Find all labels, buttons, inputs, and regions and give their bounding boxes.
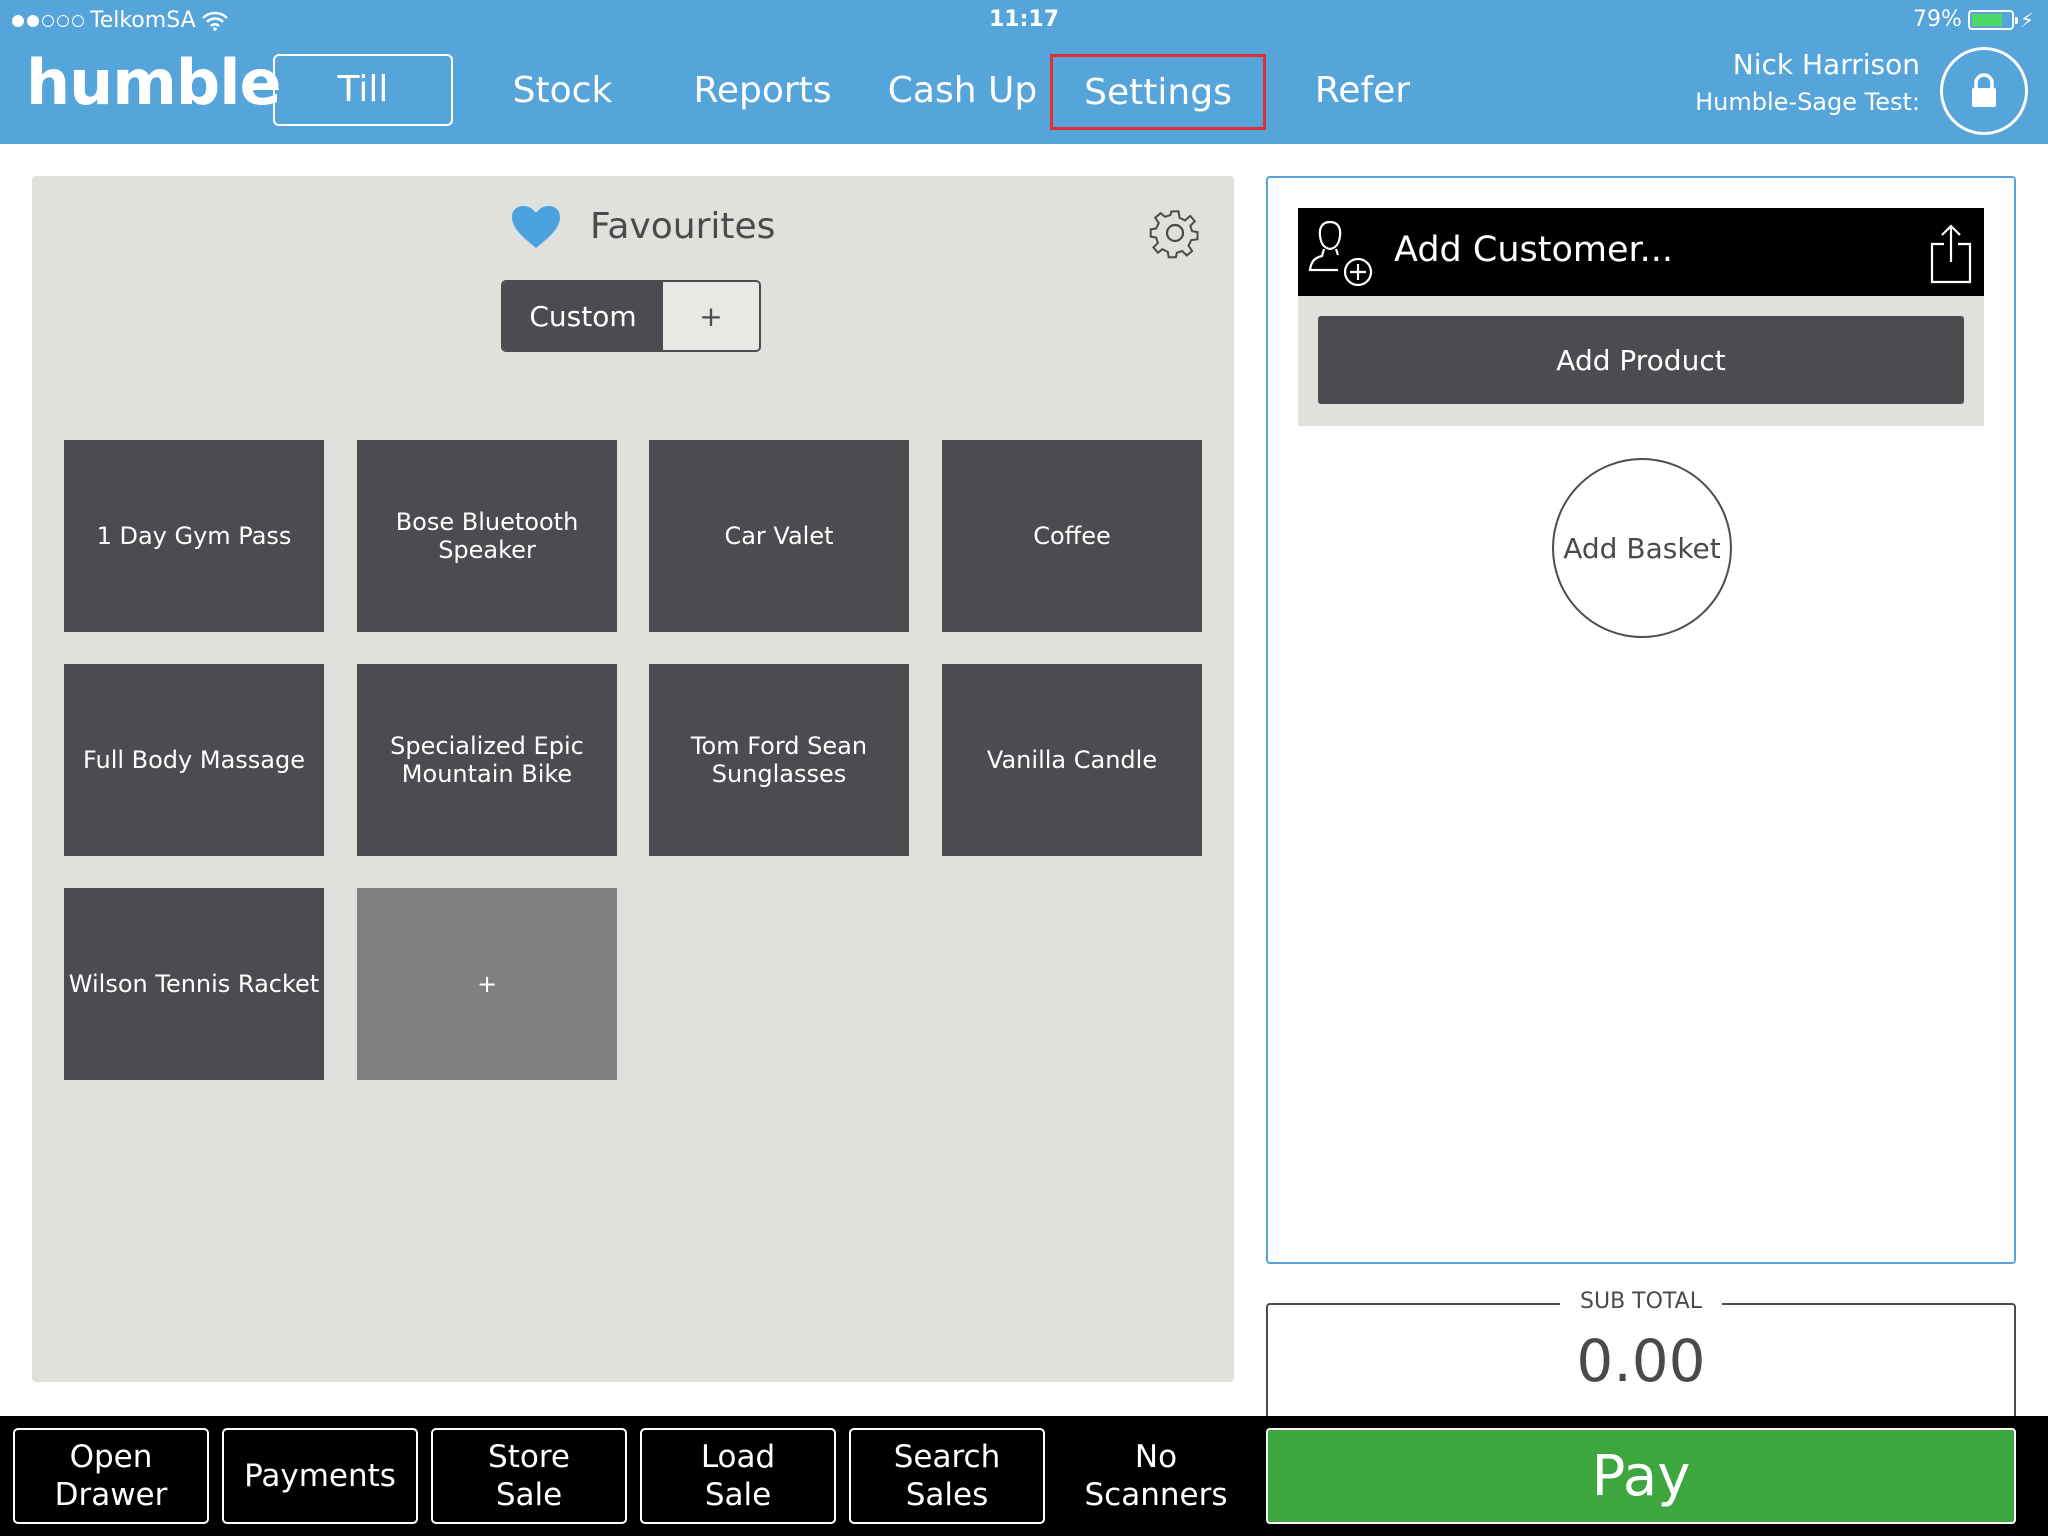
status-right: 79% ⚡	[1913, 7, 2034, 32]
pay-button[interactable]: Pay	[1266, 1428, 2016, 1524]
favourites-title: Favourites	[590, 206, 776, 247]
nav-tab-stock[interactable]: Stock	[480, 56, 645, 126]
subtotal-box: SUB TOTAL 0.00	[1266, 1289, 2016, 1423]
heart-icon	[512, 206, 560, 248]
product-tile[interactable]: Coffee	[942, 440, 1202, 632]
battery-icon	[1967, 9, 2018, 30]
user-organisation: Humble-Sage Test:	[1695, 88, 1920, 116]
store-sale-button[interactable]: Store Sale	[431, 1428, 627, 1524]
nav-tab-settings[interactable]: Settings	[1050, 54, 1266, 130]
add-basket-button[interactable]: Add Basket	[1552, 458, 1732, 638]
favourites-tab-group: Custom +	[501, 280, 761, 352]
lock-button[interactable]	[1940, 47, 2028, 135]
product-tile[interactable]: Bose Bluetooth Speaker	[357, 440, 617, 632]
product-tile[interactable]: Full Body Massage	[64, 664, 324, 856]
share-icon[interactable]	[1928, 222, 1974, 284]
charging-icon: ⚡	[2019, 7, 2034, 32]
search-sales-button[interactable]: Search Sales	[849, 1428, 1045, 1524]
app-logo: humble	[26, 46, 282, 119]
nav-tab-till[interactable]: Till	[273, 54, 453, 126]
scanner-status[interactable]: No Scanners	[1058, 1428, 1254, 1524]
header: TelkomSA 11:17 79% ⚡ humble Till Stock R…	[0, 0, 2048, 144]
product-tile[interactable]: Car Valet	[649, 440, 909, 632]
open-drawer-button[interactable]: Open Drawer	[13, 1428, 209, 1524]
product-tile[interactable]: Specialized Epic Mountain Bike	[357, 664, 617, 856]
status-time: 11:17	[988, 7, 1060, 32]
nav-tab-reports[interactable]: Reports	[680, 56, 845, 126]
add-product-button[interactable]: Add Product	[1318, 316, 1964, 404]
user-name: Nick Harrison	[1732, 48, 1920, 81]
gear-icon[interactable]	[1148, 206, 1202, 260]
load-sale-button[interactable]: Load Sale	[640, 1428, 836, 1524]
product-tile[interactable]: Wilson Tennis Racket	[64, 888, 324, 1080]
add-customer-bar[interactable]: Add Customer...	[1298, 208, 1984, 296]
product-tile[interactable]: 1 Day Gym Pass	[64, 440, 324, 632]
add-favourite-tile[interactable]: +	[357, 888, 617, 1080]
add-tab-button[interactable]: +	[663, 282, 759, 350]
user-info: Nick Harrison Humble-Sage Test:	[1695, 46, 1920, 120]
lock-icon	[1972, 73, 1996, 107]
bottom-toolbar: Open Drawer Payments Store Sale Load Sal…	[0, 1416, 2048, 1536]
product-area: Add Product	[1298, 296, 1984, 426]
add-customer-label: Add Customer...	[1394, 230, 1674, 270]
payments-button[interactable]: Payments	[222, 1428, 418, 1524]
subtotal-label-wrap: SUB TOTAL	[1268, 1289, 2014, 1314]
product-tile[interactable]: Vanilla Candle	[942, 664, 1202, 856]
add-customer-icon	[1308, 220, 1373, 287]
subtotal-label: SUB TOTAL	[1560, 1289, 1722, 1314]
product-tile[interactable]: Tom Ford Sean Sunglasses	[649, 664, 909, 856]
subtotal-value: 0.00	[1576, 1327, 1706, 1395]
nav-tab-cash-up[interactable]: Cash Up	[880, 56, 1045, 126]
nav-tab-refer[interactable]: Refer	[1280, 56, 1445, 126]
battery-percent: 79%	[1913, 7, 1962, 32]
basket-panel: Add Customer... Add Product Add Basket	[1266, 176, 2016, 1264]
tab-custom[interactable]: Custom	[503, 282, 663, 350]
favourites-panel: Favourites Custom + 1 Day Gym Pass Bose …	[32, 176, 1234, 1382]
